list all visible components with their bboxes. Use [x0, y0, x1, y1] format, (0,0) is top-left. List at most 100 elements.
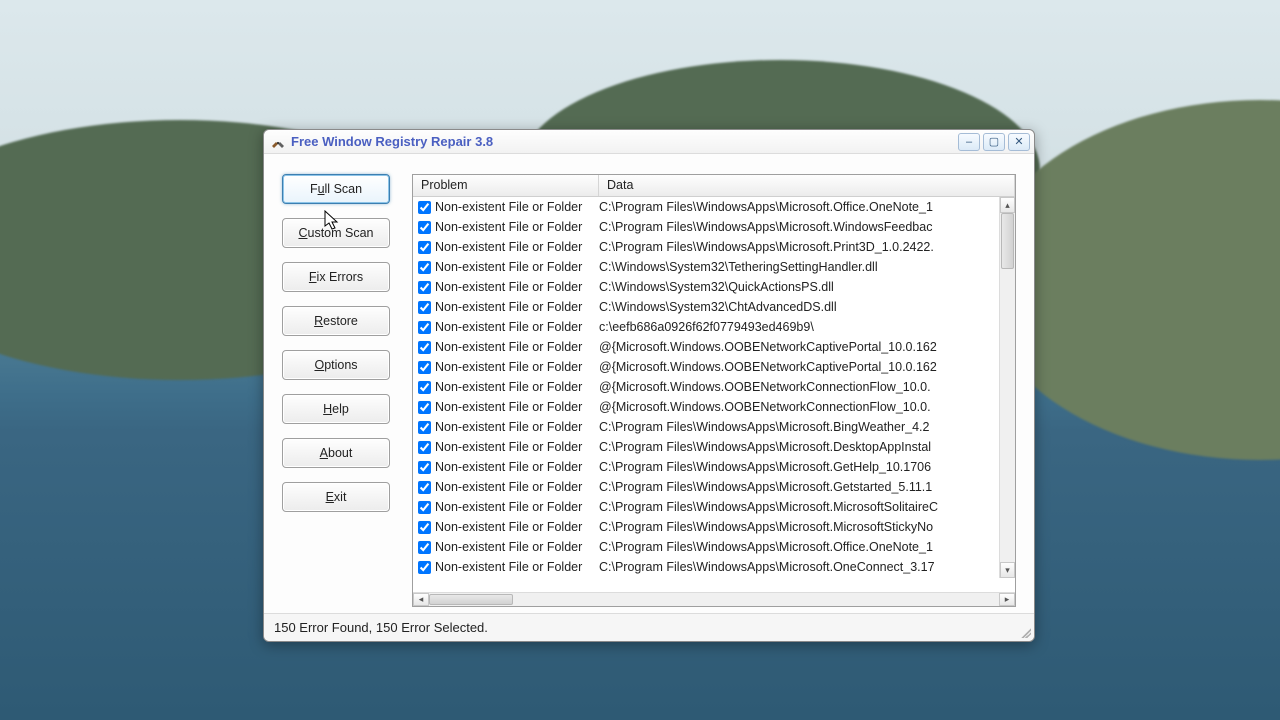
- about-button[interactable]: About: [282, 438, 390, 468]
- row-checkbox[interactable]: [413, 201, 435, 214]
- cell-data: @{Microsoft.Windows.OOBENetworkCaptivePo…: [599, 340, 1015, 354]
- resize-grip[interactable]: [1019, 626, 1031, 638]
- table-row[interactable]: Non-existent File or FolderC:\Program Fi…: [413, 557, 1015, 577]
- cell-problem: Non-existent File or Folder: [435, 540, 599, 554]
- row-checkbox[interactable]: [413, 281, 435, 294]
- row-checkbox[interactable]: [413, 361, 435, 374]
- scroll-left-arrow[interactable]: ◂: [413, 593, 429, 606]
- cell-problem: Non-existent File or Folder: [435, 200, 599, 214]
- row-checkbox[interactable]: [413, 301, 435, 314]
- table-row[interactable]: Non-existent File or Folderc:\eefb686a09…: [413, 317, 1015, 337]
- custom-scan-button[interactable]: Custom Scan: [282, 218, 390, 248]
- row-checkbox[interactable]: [413, 421, 435, 434]
- cell-data: C:\Program Files\WindowsApps\Microsoft.O…: [599, 200, 1015, 214]
- cell-data: C:\Program Files\WindowsApps\Microsoft.M…: [599, 520, 1015, 534]
- row-checkbox[interactable]: [413, 341, 435, 354]
- options-button[interactable]: Options: [282, 350, 390, 380]
- vscroll-thumb[interactable]: [1001, 213, 1014, 269]
- cell-data: C:\Program Files\WindowsApps\Microsoft.O…: [599, 540, 1015, 554]
- cell-problem: Non-existent File or Folder: [435, 440, 599, 454]
- cell-data: C:\Windows\System32\TetheringSettingHand…: [599, 260, 1015, 274]
- cell-problem: Non-existent File or Folder: [435, 380, 599, 394]
- results-list: Problem Data Non-existent File or Folder…: [412, 174, 1016, 607]
- cell-problem: Non-existent File or Folder: [435, 220, 599, 234]
- cell-problem: Non-existent File or Folder: [435, 400, 599, 414]
- column-headers: Problem Data: [413, 175, 1015, 197]
- cell-problem: Non-existent File or Folder: [435, 240, 599, 254]
- maximize-button[interactable]: ▢: [983, 133, 1005, 151]
- table-row[interactable]: Non-existent File or FolderC:\Windows\Sy…: [413, 257, 1015, 277]
- restore-button[interactable]: Restore: [282, 306, 390, 336]
- vertical-scrollbar[interactable]: ▴ ▾: [999, 197, 1015, 578]
- scroll-up-arrow[interactable]: ▴: [1000, 197, 1015, 213]
- scroll-right-arrow[interactable]: ▸: [999, 593, 1015, 606]
- row-checkbox[interactable]: [413, 461, 435, 474]
- cell-data: c:\eefb686a0926f62f0779493ed469b9\: [599, 320, 1015, 334]
- table-row[interactable]: Non-existent File or FolderC:\Program Fi…: [413, 217, 1015, 237]
- help-button[interactable]: Help: [282, 394, 390, 424]
- table-row[interactable]: Non-existent File or FolderC:\Program Fi…: [413, 477, 1015, 497]
- close-button[interactable]: ✕: [1008, 133, 1030, 151]
- row-checkbox[interactable]: [413, 321, 435, 334]
- table-row[interactable]: Non-existent File or FolderC:\Program Fi…: [413, 457, 1015, 477]
- horizontal-scrollbar[interactable]: ◂ ▸: [413, 592, 1015, 606]
- row-checkbox[interactable]: [413, 401, 435, 414]
- cell-problem: Non-existent File or Folder: [435, 300, 599, 314]
- cell-problem: Non-existent File or Folder: [435, 340, 599, 354]
- minimize-button[interactable]: –: [958, 133, 980, 151]
- table-row[interactable]: Non-existent File or FolderC:\Program Fi…: [413, 197, 1015, 217]
- exit-button[interactable]: Exit: [282, 482, 390, 512]
- cell-data: @{Microsoft.Windows.OOBENetworkConnectio…: [599, 380, 1015, 394]
- cell-data: C:\Program Files\WindowsApps\Microsoft.G…: [599, 480, 1015, 494]
- row-checkbox[interactable]: [413, 261, 435, 274]
- column-header-data[interactable]: Data: [599, 175, 1015, 196]
- table-row[interactable]: Non-existent File or Folder@{Microsoft.W…: [413, 377, 1015, 397]
- cell-data: @{Microsoft.Windows.OOBENetworkConnectio…: [599, 400, 1015, 414]
- table-row[interactable]: Non-existent File or FolderC:\Windows\Sy…: [413, 297, 1015, 317]
- cell-data: C:\Windows\System32\QuickActionsPS.dll: [599, 280, 1015, 294]
- status-text: 150 Error Found, 150 Error Selected.: [274, 620, 488, 635]
- table-row[interactable]: Non-existent File or FolderC:\Windows\Sy…: [413, 277, 1015, 297]
- app-window: Free Window Registry Repair 3.8 – ▢ ✕ Fu…: [263, 129, 1035, 642]
- table-row[interactable]: Non-existent File or FolderC:\Program Fi…: [413, 237, 1015, 257]
- sidebar: Full Scan Custom Scan Fix Errors Restore…: [282, 174, 390, 607]
- app-icon: [270, 134, 286, 150]
- titlebar[interactable]: Free Window Registry Repair 3.8 – ▢ ✕: [264, 130, 1034, 154]
- cell-data: C:\Program Files\WindowsApps\Microsoft.D…: [599, 440, 1015, 454]
- hscroll-thumb[interactable]: [429, 594, 513, 605]
- cell-problem: Non-existent File or Folder: [435, 280, 599, 294]
- cell-data: @{Microsoft.Windows.OOBENetworkCaptivePo…: [599, 360, 1015, 374]
- row-checkbox[interactable]: [413, 541, 435, 554]
- fix-errors-button[interactable]: Fix Errors: [282, 262, 390, 292]
- table-row[interactable]: Non-existent File or FolderC:\Program Fi…: [413, 497, 1015, 517]
- window-title: Free Window Registry Repair 3.8: [291, 134, 953, 149]
- cell-problem: Non-existent File or Folder: [435, 480, 599, 494]
- row-checkbox[interactable]: [413, 521, 435, 534]
- table-row[interactable]: Non-existent File or Folder@{Microsoft.W…: [413, 397, 1015, 417]
- table-row[interactable]: Non-existent File or FolderC:\Program Fi…: [413, 417, 1015, 437]
- cell-data: C:\Windows\System32\ChtAdvancedDS.dll: [599, 300, 1015, 314]
- row-checkbox[interactable]: [413, 221, 435, 234]
- cell-problem: Non-existent File or Folder: [435, 520, 599, 534]
- statusbar: 150 Error Found, 150 Error Selected.: [264, 613, 1034, 641]
- full-scan-button[interactable]: Full Scan: [282, 174, 390, 204]
- row-checkbox[interactable]: [413, 441, 435, 454]
- column-header-problem[interactable]: Problem: [413, 175, 599, 196]
- table-row[interactable]: Non-existent File or FolderC:\Program Fi…: [413, 537, 1015, 557]
- table-row[interactable]: Non-existent File or Folder@{Microsoft.W…: [413, 357, 1015, 377]
- table-row[interactable]: Non-existent File or Folder@{Microsoft.W…: [413, 337, 1015, 357]
- row-checkbox[interactable]: [413, 561, 435, 574]
- cell-data: C:\Program Files\WindowsApps\Microsoft.W…: [599, 220, 1015, 234]
- row-checkbox[interactable]: [413, 481, 435, 494]
- row-checkbox[interactable]: [413, 501, 435, 514]
- scroll-down-arrow[interactable]: ▾: [1000, 562, 1015, 578]
- row-checkbox[interactable]: [413, 241, 435, 254]
- row-checkbox[interactable]: [413, 381, 435, 394]
- cell-problem: Non-existent File or Folder: [435, 420, 599, 434]
- cell-problem: Non-existent File or Folder: [435, 320, 599, 334]
- table-row[interactable]: Non-existent File or FolderC:\Program Fi…: [413, 437, 1015, 457]
- cell-problem: Non-existent File or Folder: [435, 260, 599, 274]
- cell-problem: Non-existent File or Folder: [435, 460, 599, 474]
- cell-data: C:\Program Files\WindowsApps\Microsoft.P…: [599, 240, 1015, 254]
- table-row[interactable]: Non-existent File or FolderC:\Program Fi…: [413, 517, 1015, 537]
